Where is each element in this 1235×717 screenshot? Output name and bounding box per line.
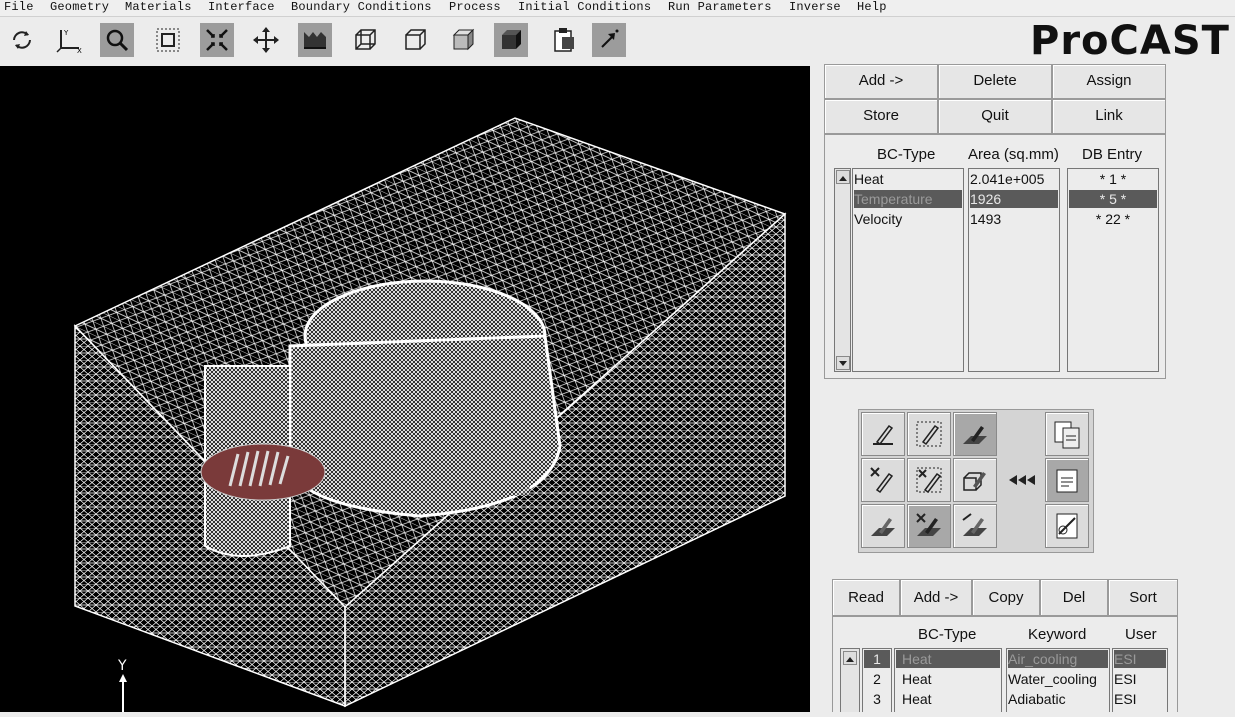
menu-materials[interactable]: Materials (125, 0, 192, 14)
transfer-arrows-icon (999, 458, 1043, 502)
wireframe-cube-icon[interactable] (348, 23, 382, 57)
db-row-user-selected[interactable]: ESI (1114, 650, 1166, 668)
db-row-type[interactable]: Heat (896, 690, 1000, 708)
area-header: Area (sq.mm) (968, 146, 1059, 163)
db-row-keyword[interactable]: Adiabatic (1008, 690, 1108, 708)
mesh-surface-icon[interactable] (298, 23, 332, 57)
bc-row-type[interactable]: Velocity (854, 210, 962, 228)
solid-cube-icon[interactable] (494, 23, 528, 57)
pan-icon[interactable] (249, 23, 283, 57)
surface-select-icon[interactable] (861, 504, 905, 548)
menu-process[interactable]: Process (449, 0, 501, 14)
menu-help[interactable]: Help (857, 0, 887, 14)
delete-button[interactable]: Delete (938, 64, 1052, 99)
hidden-line-cube-icon[interactable] (398, 23, 432, 57)
db-row-keyword-selected[interactable]: Air_cooling (1008, 650, 1108, 668)
bc-type-header: BC-Type (877, 146, 936, 163)
db-table-scrollbar[interactable] (840, 648, 860, 712)
add-volume-icon[interactable] (953, 458, 997, 502)
shrink-icon[interactable] (200, 23, 234, 57)
menu-interface[interactable]: Interface (208, 0, 275, 14)
scroll-down-icon[interactable] (836, 356, 850, 370)
axis-indicator: Y (113, 656, 133, 717)
db-row-user[interactable]: ESI (1114, 670, 1166, 688)
3d-viewport[interactable] (0, 66, 810, 712)
db-folder-icon[interactable] (1045, 458, 1089, 502)
db-row-type-selected[interactable]: Heat (896, 650, 1000, 668)
menu-initial-conditions[interactable]: Initial Conditions (518, 0, 651, 14)
zoom-icon[interactable] (100, 23, 134, 57)
pointer-arrow-icon[interactable] (592, 23, 626, 57)
surface-remove-icon[interactable] (907, 504, 951, 548)
bc-row-db[interactable]: * 22 * (1069, 210, 1157, 228)
bc-row-type[interactable]: Heat (854, 170, 962, 188)
db-add-button[interactable]: Add -> (900, 579, 972, 616)
db-row-num-selected[interactable]: 1 (864, 650, 890, 668)
clipboard-icon[interactable] (547, 23, 581, 57)
assign-face-box-icon[interactable] (907, 412, 951, 456)
bc-row-area[interactable]: 1493 (970, 210, 1058, 228)
db-scroll-up-icon[interactable] (843, 651, 857, 665)
menu-inverse[interactable]: Inverse (789, 0, 841, 14)
svg-text:Y: Y (63, 29, 69, 37)
db-entry-header: DB Entry (1082, 146, 1143, 163)
remove-face-box-icon[interactable] (907, 458, 951, 502)
sort-button[interactable]: Sort (1108, 579, 1178, 616)
quit-button[interactable]: Quit (938, 99, 1052, 134)
bc-row-area-selected[interactable]: 1926 (970, 190, 1058, 208)
boundary-conditions-panel: Add -> Delete Assign Store Quit Link BC-… (810, 62, 1235, 712)
keyword-header: Keyword (1028, 626, 1087, 643)
menu-boundary-conditions[interactable]: Boundary Conditions (291, 0, 432, 14)
bc-row-db-selected[interactable]: * 5 * (1069, 190, 1157, 208)
db-row-num[interactable]: 3 (864, 690, 890, 708)
assign-button[interactable]: Assign (1052, 64, 1166, 99)
link-button[interactable]: Link (1052, 99, 1166, 134)
bc-row-area[interactable]: 2.041e+005 (970, 170, 1058, 188)
casting-inner (330, 396, 530, 496)
copy-db-icon[interactable] (1045, 412, 1089, 456)
surface-edit-icon[interactable] (953, 504, 997, 548)
menu-bar: File Geometry Materials Interface Bounda… (0, 0, 1235, 17)
db-row-num[interactable]: 2 (864, 670, 890, 688)
svg-text:X: X (77, 47, 82, 54)
axes-icon[interactable]: YX (52, 23, 86, 57)
menu-run-parameters[interactable]: Run Parameters (668, 0, 772, 14)
menu-file[interactable]: File (4, 0, 34, 14)
axis-label-y: Y (117, 658, 127, 674)
assign-volume-icon[interactable] (953, 412, 997, 456)
db-row-keyword[interactable]: Water_cooling (1008, 670, 1108, 688)
assign-face-icon[interactable] (861, 412, 905, 456)
scroll-up-icon[interactable] (836, 170, 850, 184)
store-button[interactable]: Store (824, 99, 938, 134)
shaded-cube-icon[interactable] (446, 23, 480, 57)
clear-db-icon[interactable] (1045, 504, 1089, 548)
read-button[interactable]: Read (832, 579, 900, 616)
menu-geometry[interactable]: Geometry (50, 0, 109, 14)
db-row-user[interactable]: ESI (1114, 690, 1166, 708)
db-bc-type-header: BC-Type (918, 626, 977, 643)
fit-view-icon[interactable] (151, 23, 185, 57)
user-header: User (1125, 626, 1157, 643)
add-button[interactable]: Add -> (824, 64, 938, 99)
bc-row-type-selected[interactable]: Temperature (854, 190, 962, 208)
bc-table-scrollbar[interactable] (834, 168, 851, 372)
copy-button[interactable]: Copy (972, 579, 1040, 616)
bc-row-db[interactable]: * 1 * (1069, 170, 1157, 188)
procast-logo: ProCAST (1030, 18, 1230, 64)
del-button[interactable]: Del (1040, 579, 1108, 616)
rotate-icon[interactable] (5, 23, 39, 57)
remove-face-icon[interactable] (861, 458, 905, 502)
mesh-model (73, 117, 787, 708)
db-row-type[interactable]: Heat (896, 670, 1000, 688)
